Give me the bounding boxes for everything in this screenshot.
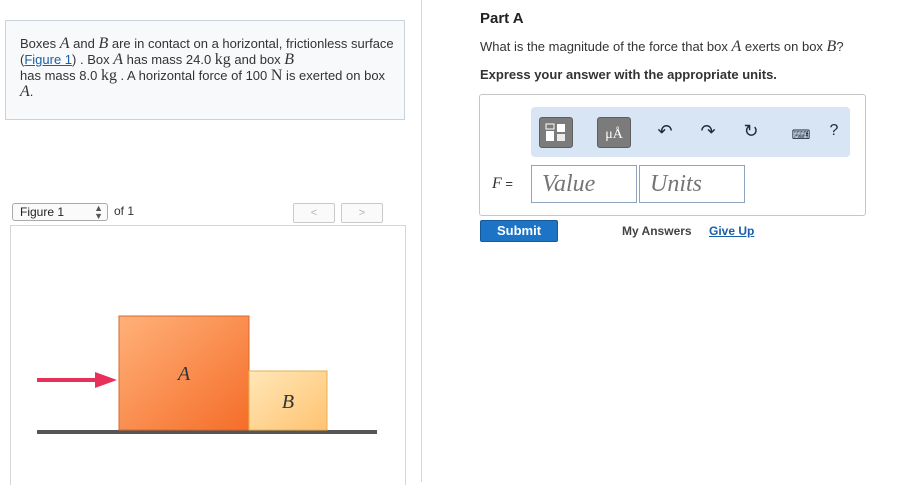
question-part: ? [836, 39, 844, 54]
units-button[interactable]: μÅ [597, 117, 631, 148]
math-var: A [113, 51, 124, 68]
my-answers-link[interactable]: My Answers [622, 224, 692, 238]
math-var: B [826, 38, 837, 55]
question-text: What is the magnitude of the force that … [480, 38, 844, 56]
unit: kg [100, 67, 117, 84]
math-var: B [284, 51, 295, 68]
unit: kg [214, 51, 231, 68]
math-var: A [20, 83, 30, 100]
templates-button[interactable] [539, 117, 573, 148]
figure-select[interactable]: Figure 1 ▲ ▼ [12, 203, 108, 221]
instruction-text: Express your answer with the appropriate… [480, 67, 777, 82]
next-figure-button[interactable]: > [341, 203, 383, 223]
question-part: What is the magnitude of the force that … [480, 39, 732, 54]
column-divider [421, 0, 422, 482]
field-label: F = [492, 175, 513, 193]
problem-text: . A horizontal force of 100 [116, 68, 271, 83]
floor-surface [37, 430, 377, 434]
templates-icon [545, 123, 565, 141]
problem-text: Boxes [20, 36, 60, 51]
problem-text: has mass 8.0 [20, 68, 101, 83]
part-title: Part A [480, 10, 524, 27]
undo-icon[interactable]: ↶ [653, 121, 677, 141]
problem-text: is exerted on box [282, 68, 386, 83]
redo-icon[interactable]: ↷ [696, 121, 720, 141]
keyboard-icon[interactable]: ⌨ [784, 125, 818, 145]
value-input[interactable] [531, 165, 637, 203]
math-var: B [98, 35, 109, 52]
figure-navigation: Figure 1 ▲ ▼ of 1 < > [10, 203, 406, 227]
submit-button[interactable]: Submit [480, 220, 558, 242]
math-var: A [59, 35, 70, 52]
units-icon: μÅ [605, 127, 623, 142]
figure-count: of 1 [114, 204, 135, 218]
units-input[interactable] [639, 165, 745, 203]
problem-text: and box [230, 52, 285, 67]
figure-link[interactable]: Figure 1 [24, 52, 72, 67]
boxes-figure: A B [37, 315, 377, 434]
box-a-label: A [176, 363, 191, 385]
problem-text: has mass 24.0 [123, 52, 215, 67]
problem-text: ) . Box [72, 52, 114, 67]
help-button[interactable]: ? [824, 121, 844, 141]
figure-select-value: Figure 1 [20, 205, 65, 219]
unit: N [270, 67, 283, 84]
problem-text: . [29, 84, 34, 99]
field-eq: = [501, 176, 513, 191]
problem-statement: Boxes A and B are in contact on a horizo… [5, 20, 405, 120]
field-var: F [492, 175, 502, 192]
math-var: A [731, 38, 742, 55]
prev-figure-button[interactable]: < [293, 203, 335, 223]
problem-text: and [69, 36, 99, 51]
question-part: exerts on box [741, 39, 827, 54]
force-arrow-head [95, 372, 117, 388]
reset-icon[interactable]: ↻ [739, 121, 763, 141]
select-arrows-icon: ▲ ▼ [94, 203, 103, 221]
box-b-label: B [282, 391, 294, 413]
figure-pane: A B [10, 225, 406, 485]
give-up-link[interactable]: Give Up [709, 224, 754, 238]
answer-box: μÅ ↶ ↷ ↻ ⌨ ? F = [479, 94, 866, 216]
math-toolbar: μÅ ↶ ↷ ↻ ⌨ ? [531, 107, 850, 157]
